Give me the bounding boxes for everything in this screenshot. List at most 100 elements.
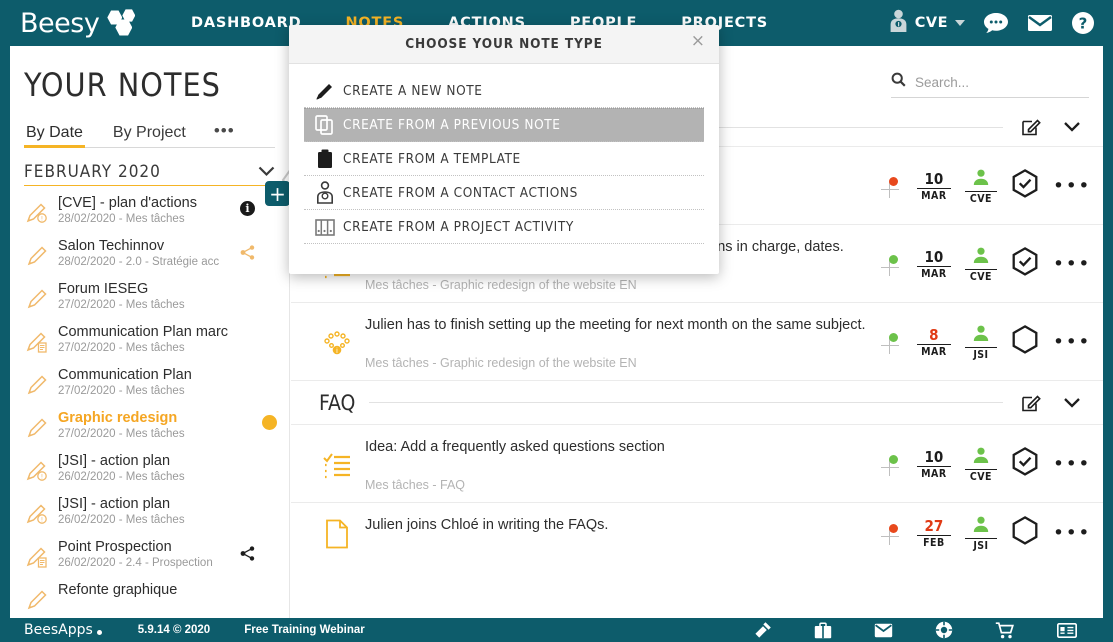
tab-by-project[interactable]: By Project	[111, 124, 188, 147]
owner-initials: CVE	[964, 468, 997, 483]
list-item[interactable]: ! [JSI] - action plan 26/02/2020 - Mes t…	[10, 491, 289, 534]
list-item[interactable]: Communication Plan 27/02/2020 - Mes tâch…	[10, 362, 289, 405]
edit-section-icon[interactable]	[1021, 117, 1041, 137]
footer-brand[interactable]: BeesApps	[24, 622, 102, 638]
menu-item-create-from-template[interactable]: CREATE FROM A TEMPLATE	[304, 142, 704, 176]
owner-avatar-icon	[965, 447, 997, 469]
hexagon-icon[interactable]	[1011, 516, 1039, 551]
list-item[interactable]: ! [CVE] - plan d'actions 28/02/2020 - Me…	[10, 190, 289, 233]
lifebuoy-icon[interactable]	[935, 621, 953, 639]
table-row[interactable]: Julien joins Chloé in writing the FAQs. …	[291, 502, 1103, 562]
due-date[interactable]: 27 FEB	[916, 517, 951, 549]
hexagon-check-icon[interactable]	[1011, 447, 1039, 482]
table-row[interactable]: Idea: Add a frequently asked questions s…	[291, 424, 1103, 502]
chat-icon[interactable]	[983, 12, 1009, 34]
list-item[interactable]: ! [JSI] - action plan 26/02/2020 - Mes t…	[10, 448, 289, 491]
briefcase-icon[interactable]	[814, 621, 832, 639]
tool-icon[interactable]	[754, 621, 772, 639]
share-icon[interactable]	[240, 546, 255, 566]
priority-marker[interactable]	[880, 332, 903, 354]
notes-sidebar: YOUR NOTES By Date By Project ••• FEBRUA…	[10, 46, 290, 618]
share-icon[interactable]	[240, 245, 255, 265]
menu-item-create-new-note[interactable]: CREATE A NEW NOTE	[304, 74, 704, 108]
hexagon-check-icon[interactable]	[1011, 169, 1039, 204]
help-icon[interactable]: ?	[1071, 11, 1095, 35]
list-item[interactable]: Communication Plan marc 27/02/2020 - Mes…	[10, 319, 289, 362]
note-title: [JSI] - action plan	[58, 453, 171, 469]
info-badge-icon[interactable]: i	[240, 201, 255, 216]
brand-name: Beesy	[20, 7, 100, 39]
row-text: Julien joins Chloé in writing the FAQs.	[365, 517, 609, 533]
close-icon[interactable]: ×	[691, 33, 705, 50]
due-date[interactable]: 10 MAR	[916, 248, 951, 280]
row-text: Julien has to finish setting up the meet…	[365, 317, 866, 333]
table-row[interactable]: i Julien has to finish setting up the me…	[291, 302, 1103, 380]
menu-item-create-from-project-activity[interactable]: CREATE FROM A PROJECT ACTIVITY	[304, 210, 704, 244]
mail-icon[interactable]	[874, 623, 893, 638]
cart-icon[interactable]	[995, 621, 1015, 639]
row-more-menu-icon[interactable]: •••	[1053, 255, 1091, 274]
pencil-doc-icon	[18, 539, 58, 569]
section-title: FAQ	[319, 390, 356, 415]
archive-icon	[307, 217, 343, 237]
list-item-selected[interactable]: Graphic redesign 27/02/2020 - Mes tâches	[10, 405, 289, 448]
priority-marker[interactable]	[880, 523, 903, 545]
due-day: 10	[916, 170, 951, 190]
menu-item-create-from-contact-actions[interactable]: CREATE FROM A CONTACT ACTIONS	[304, 176, 704, 210]
owner[interactable]: JSI	[964, 516, 997, 552]
hexagon-icon[interactable]	[1011, 325, 1039, 360]
due-month: MAR	[921, 190, 947, 203]
collapse-section-icon[interactable]	[1063, 121, 1081, 133]
row-meta: Mes tâches - FAQ	[365, 478, 466, 492]
user-menu[interactable]: CVE	[889, 9, 965, 38]
menu-item-label: CREATE A NEW NOTE	[343, 82, 483, 99]
card-icon[interactable]	[1057, 622, 1077, 638]
status-dot-icon	[262, 415, 277, 430]
month-group-header[interactable]: FEBRUARY 2020	[24, 162, 275, 186]
row-more-menu-icon[interactable]: •••	[1053, 524, 1091, 543]
chevron-down-icon[interactable]	[258, 164, 275, 181]
due-date[interactable]: 10 MAR	[916, 448, 951, 481]
owner-initials: JSI	[964, 346, 997, 361]
add-note-button[interactable]: +	[265, 181, 289, 206]
menu-item-label: CREATE FROM A TEMPLATE	[343, 150, 521, 167]
list-item[interactable]: Forum IESEG 27/02/2020 - Mes tâches	[10, 276, 289, 319]
priority-marker[interactable]	[880, 176, 903, 198]
pencil-doc-icon: !	[18, 453, 58, 483]
row-more-menu-icon[interactable]: •••	[1053, 177, 1091, 196]
list-item[interactable]: Salon Techinnov 28/02/2020 - 2.0 - Strat…	[10, 233, 289, 276]
tab-by-date[interactable]: By Date	[24, 124, 85, 148]
hexagon-check-icon[interactable]	[1011, 247, 1039, 282]
owner[interactable]: CVE	[964, 247, 997, 283]
month-label: FEBRUARY 2020	[24, 162, 161, 182]
note-subtitle: 27/02/2020 - Mes tâches	[58, 428, 185, 440]
due-date[interactable]: 10 MAR	[916, 170, 951, 203]
list-item[interactable]: Refonte graphique	[10, 577, 289, 618]
decision-icon: i	[309, 313, 365, 372]
owner-initials: CVE	[964, 268, 997, 283]
row-more-menu-icon[interactable]: •••	[1053, 333, 1091, 352]
priority-marker[interactable]	[880, 254, 903, 276]
collapse-section-icon[interactable]	[1063, 397, 1081, 409]
menu-item-create-from-previous-note[interactable]: CREATE FROM A PREVIOUS NOTE	[304, 108, 704, 142]
sidebar-more-options-icon[interactable]: •••	[214, 121, 235, 147]
note-type-modal: CHOOSE YOUR NOTE TYPE × CREATE A NEW NOT…	[289, 25, 719, 274]
row-more-menu-icon[interactable]: •••	[1053, 455, 1091, 474]
list-item[interactable]: Point Prospection 26/02/2020 - 2.4 - Pro…	[10, 534, 289, 577]
row-meta: Mes tâches - Graphic redesign of the web…	[365, 356, 637, 370]
pencil-doc-icon	[18, 324, 58, 354]
owner[interactable]: CVE	[964, 169, 997, 205]
owner-avatar-icon	[965, 169, 997, 191]
priority-marker[interactable]	[880, 454, 903, 476]
search-box[interactable]	[891, 72, 1089, 98]
edit-section-icon[interactable]	[1021, 393, 1041, 413]
brand-logo-area[interactable]: Beesy	[20, 8, 145, 39]
due-month: MAR	[921, 468, 947, 481]
training-webinar-link[interactable]: Free Training Webinar	[244, 624, 365, 636]
search-input[interactable]	[915, 74, 1075, 90]
owner[interactable]: CVE	[964, 447, 997, 483]
due-date[interactable]: 8 MAR	[916, 326, 951, 358]
svg-text:i: i	[336, 346, 338, 354]
mail-icon[interactable]	[1027, 13, 1053, 33]
owner[interactable]: JSI	[964, 325, 997, 361]
